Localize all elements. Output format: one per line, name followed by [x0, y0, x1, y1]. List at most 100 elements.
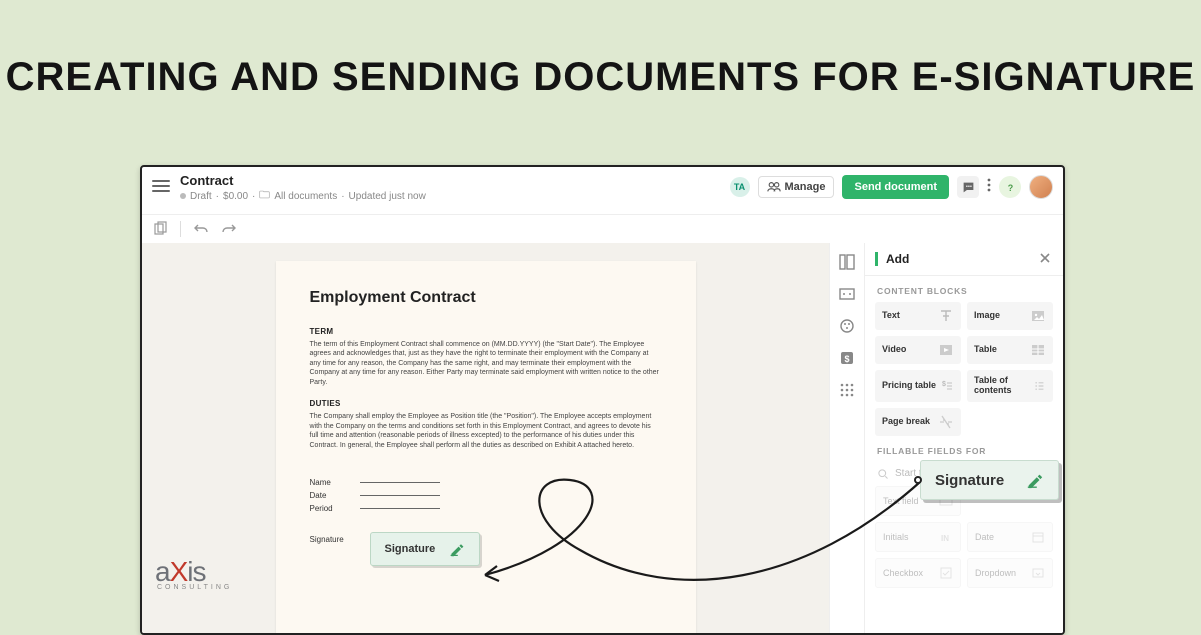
status-text: Draft: [190, 191, 212, 202]
signature-drop-target[interactable]: Signature: [370, 532, 481, 566]
svg-text:IN: IN: [941, 534, 949, 543]
field-dropdown[interactable]: Dropdown: [967, 558, 1053, 588]
toc-icon: [1033, 378, 1046, 394]
drag-handle-icon: [914, 476, 922, 484]
top-actions: TA Manage Send document ?: [730, 175, 1053, 199]
folder-name[interactable]: All documents: [274, 191, 337, 202]
pagebreak-icon: [938, 414, 954, 430]
brand-pre: a: [155, 556, 170, 587]
field-line: [360, 508, 440, 509]
block-table-label: Table: [974, 345, 997, 355]
block-video[interactable]: Video: [875, 336, 961, 364]
menu-icon[interactable]: [152, 179, 170, 198]
content-blocks-grid: Text Image Video Table Pricing table $ Ta…: [865, 302, 1063, 436]
rail-pricing-icon[interactable]: $: [838, 349, 856, 367]
text-icon: [938, 308, 954, 324]
send-button[interactable]: Send document: [842, 175, 949, 199]
sidebar-tab-add[interactable]: Add: [875, 252, 909, 266]
block-video-label: Video: [882, 345, 906, 355]
block-text-label: Text: [882, 311, 900, 321]
sidebar: Add CONTENT BLOCKS Text Image Video Tabl…: [865, 243, 1063, 633]
pricing-icon: $: [938, 378, 954, 394]
video-icon: [938, 342, 954, 358]
field-textfield-label: Text field: [883, 496, 919, 506]
block-pricing-label: Pricing table: [882, 381, 936, 391]
brand-sub: CONSULTING: [157, 584, 232, 591]
more-button[interactable]: [987, 177, 991, 198]
field-signature-label: Signature: [310, 535, 370, 544]
field-name-label: Name: [310, 478, 352, 487]
hero-title: CREATING AND SENDING DOCUMENTS FOR E-SIG…: [0, 0, 1201, 128]
app-window: Contract Draft · $0.00 · All documents ·…: [140, 165, 1065, 635]
field-checkbox[interactable]: Checkbox: [875, 558, 961, 588]
field-date[interactable]: Date: [967, 522, 1053, 552]
block-pagebreak-label: Page break: [882, 417, 930, 427]
close-button[interactable]: [1037, 249, 1053, 269]
brand-x: X: [170, 556, 188, 587]
block-toc-label: Table of contents: [974, 376, 1033, 396]
doc-term-body: The term of this Employment Contract sha…: [310, 340, 662, 387]
toolbar: [142, 215, 1063, 243]
canvas[interactable]: Employment Contract TERM The term of thi…: [142, 243, 829, 633]
block-pricing[interactable]: Pricing table $: [875, 370, 961, 402]
signature-drag-chip[interactable]: Signature: [920, 460, 1059, 500]
block-table[interactable]: Table: [967, 336, 1053, 364]
status-dot-icon: [180, 193, 186, 199]
block-text[interactable]: Text: [875, 302, 961, 330]
document-title: Contract: [180, 173, 730, 188]
chat-button[interactable]: [957, 176, 979, 198]
field-line: [360, 495, 440, 496]
block-toc[interactable]: Table of contents: [967, 370, 1053, 402]
field-period-label: Period: [310, 504, 352, 513]
brand-logo: aXis CONSULTING: [155, 556, 232, 591]
doc-term-title: TERM: [310, 327, 662, 336]
close-icon: [1039, 252, 1051, 264]
initials-icon: IN: [939, 530, 953, 544]
section-fillable-fields: FILLABLE FIELDS FOR: [865, 436, 1063, 462]
field-initials[interactable]: Initials IN: [875, 522, 961, 552]
block-pagebreak[interactable]: Page break: [875, 408, 961, 436]
tool-rail: $: [829, 243, 865, 633]
doc-heading: Employment Contract: [310, 289, 662, 307]
field-checkbox-label: Checkbox: [883, 568, 923, 578]
more-icon: [987, 177, 991, 193]
fillable-fields-grid: Text field Initials IN Date Checkbox Drop…: [865, 486, 1063, 588]
field-initials-label: Initials: [883, 532, 909, 542]
undo-icon[interactable]: [193, 221, 209, 237]
calendar-icon: [1031, 530, 1045, 544]
section-content-blocks: CONTENT BLOCKS: [865, 276, 1063, 302]
manage-label: Manage: [785, 181, 826, 193]
brand-post: is: [187, 556, 205, 587]
doc-duties-body: The Company shall employ the Employee as…: [310, 412, 662, 450]
image-icon: [1030, 308, 1046, 324]
price-text: $0.00: [223, 191, 248, 202]
block-image-label: Image: [974, 311, 1000, 321]
people-icon: [767, 181, 781, 193]
rail-layout-icon[interactable]: [838, 253, 856, 271]
rail-apps-icon[interactable]: [838, 381, 856, 399]
copy-icon[interactable]: [152, 221, 168, 237]
dropdown-icon: [1031, 566, 1045, 580]
topbar: Contract Draft · $0.00 · All documents ·…: [142, 167, 1063, 215]
profile-avatar[interactable]: [1029, 175, 1053, 199]
signature-chip-label: Signature: [385, 543, 436, 555]
svg-text:$: $: [942, 381, 946, 388]
updated-text: Updated just now: [349, 191, 426, 202]
toolbar-divider: [180, 221, 181, 237]
field-line: [360, 482, 440, 483]
collab-avatar[interactable]: TA: [730, 177, 750, 197]
rail-design-icon[interactable]: [838, 317, 856, 335]
help-icon: ?: [1004, 181, 1017, 194]
checkbox-icon: [939, 566, 953, 580]
field-date-label: Date: [310, 491, 352, 500]
doc-duties-title: DUTIES: [310, 399, 662, 408]
table-icon: [1030, 342, 1046, 358]
field-date-label: Date: [975, 532, 994, 542]
help-button[interactable]: ?: [999, 176, 1021, 198]
rail-variable-icon[interactable]: [838, 285, 856, 303]
chat-icon: [962, 181, 975, 194]
block-image[interactable]: Image: [967, 302, 1053, 330]
manage-button[interactable]: Manage: [758, 176, 835, 198]
svg-text:$: $: [844, 354, 849, 364]
redo-icon[interactable]: [221, 221, 237, 237]
